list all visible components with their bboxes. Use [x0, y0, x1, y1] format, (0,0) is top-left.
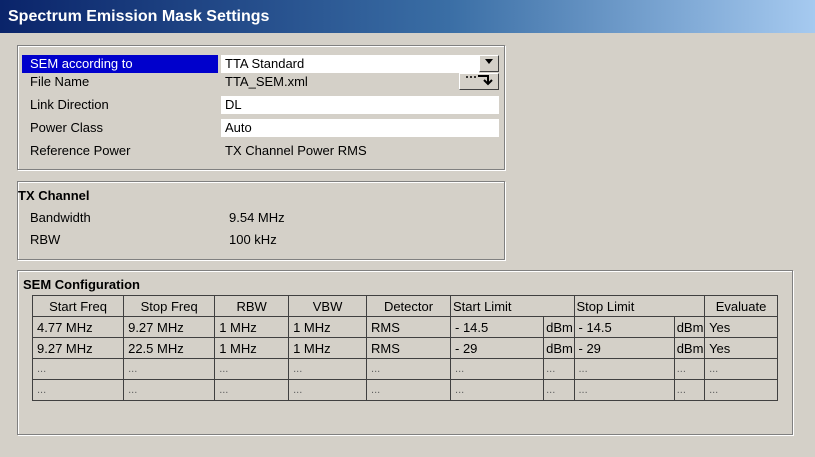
col-header-evaluate[interactable]: Evaluate — [704, 295, 778, 317]
cell-evaluate[interactable]: Yes — [704, 337, 778, 359]
cell-start-limit[interactable]: - 29 — [450, 337, 545, 359]
sem-standard-dropdown[interactable]: TTA Standard — [221, 55, 479, 73]
cell-start-limit[interactable]: - 14.5 — [450, 316, 545, 338]
rbw-row: RBW 100 kHz — [22, 231, 502, 249]
tx-channel-panel: TX Channel Bandwidth 9.54 MHz RBW 100 kH… — [17, 181, 505, 260]
cell-detector[interactable]: RMS — [366, 316, 452, 338]
sem-configuration-table: Start Freq Stop Freq RBW VBW Detector St… — [31, 295, 778, 401]
cell-rbw[interactable]: 1 MHz — [214, 337, 290, 359]
window-title: Spectrum Emission Mask Settings — [0, 0, 815, 33]
cell-stop-limit[interactable]: - 29 — [573, 337, 675, 359]
sem-configuration-title: SEM Configuration — [23, 277, 140, 292]
col-header-vbw[interactable]: VBW — [288, 295, 368, 317]
cell-stop-limit[interactable]: - 14.5 — [573, 316, 675, 338]
power-class-field[interactable]: Auto — [221, 119, 499, 137]
cell-start-limit-unit: ... — [543, 358, 575, 380]
cell-evaluate[interactable]: ... — [704, 379, 778, 401]
col-header-start-freq[interactable]: Start Freq — [31, 295, 125, 317]
power-class-label: Power Class — [30, 120, 103, 135]
col-header-stop-limit[interactable]: Stop Limit — [573, 295, 706, 317]
col-header-rbw[interactable]: RBW — [214, 295, 290, 317]
cell-stop-limit-unit: dBm — [673, 337, 706, 359]
cell-stop-limit[interactable]: ... — [573, 379, 675, 401]
cell-stop-limit-unit: ... — [673, 379, 706, 401]
link-direction-label: Link Direction — [30, 97, 109, 112]
cell-stop-freq[interactable]: ... — [123, 379, 216, 401]
settings-panel: SEM according to TTA Standard File Name … — [17, 45, 505, 170]
file-browse-icon-glyph — [466, 75, 493, 86]
cell-stop-freq[interactable]: ... — [123, 358, 216, 380]
cell-vbw[interactable]: ... — [288, 358, 368, 380]
link-direction-field[interactable]: DL — [221, 96, 499, 114]
cell-stop-freq[interactable]: 22.5 MHz — [123, 337, 216, 359]
rbw-value: 100 kHz — [229, 232, 277, 247]
cell-stop-limit[interactable]: ... — [573, 358, 675, 380]
reference-power-value: TX Channel Power RMS — [225, 143, 367, 158]
rbw-label: RBW — [30, 232, 61, 247]
file-name-label: File Name — [30, 74, 90, 89]
cell-vbw[interactable]: 1 MHz — [288, 316, 368, 338]
sem-according-to-row[interactable]: SEM according to TTA Standard — [22, 55, 502, 73]
cell-start-limit-unit: dBm — [543, 316, 575, 338]
reference-power-row: Reference Power TX Channel Power RMS — [22, 142, 502, 160]
table-row: 9.27 MHz 22.5 MHz 1 MHz 1 MHz RMS - 29 d… — [31, 337, 778, 359]
chevron-down-icon[interactable] — [479, 55, 499, 72]
table-row: 4.77 MHz 9.27 MHz 1 MHz 1 MHz RMS - 14.5… — [31, 316, 778, 338]
chevron-down-icon-glyph — [485, 59, 493, 64]
file-browse-icon[interactable] — [459, 73, 499, 90]
cell-stop-limit-unit: ... — [673, 358, 706, 380]
cell-start-freq[interactable]: 9.27 MHz — [31, 337, 125, 359]
col-header-start-limit[interactable]: Start Limit — [450, 295, 575, 317]
bandwidth-label: Bandwidth — [30, 210, 91, 225]
cell-start-limit[interactable]: ... — [450, 358, 545, 380]
cell-rbw[interactable]: 1 MHz — [214, 316, 290, 338]
cell-start-limit[interactable]: ... — [450, 379, 545, 401]
col-header-stop-freq[interactable]: Stop Freq — [123, 295, 216, 317]
cell-vbw[interactable]: ... — [288, 379, 368, 401]
table-row: ... ... ... ... ... ... ... ... ... ... — [31, 379, 778, 401]
cell-start-limit-unit: dBm — [543, 337, 575, 359]
table-header-row: Start Freq Stop Freq RBW VBW Detector St… — [31, 295, 778, 317]
cell-vbw[interactable]: 1 MHz — [288, 337, 368, 359]
power-class-row[interactable]: Power Class Auto — [22, 119, 502, 137]
cell-detector[interactable]: ... — [366, 358, 452, 380]
cell-detector[interactable]: RMS — [366, 337, 452, 359]
reference-power-label: Reference Power — [30, 143, 131, 158]
cell-evaluate[interactable]: ... — [704, 358, 778, 380]
cell-start-freq[interactable]: ... — [31, 358, 125, 380]
sem-configuration-panel: SEM Configuration Start Freq Stop Freq R… — [17, 270, 793, 435]
cell-rbw[interactable]: ... — [214, 379, 290, 401]
sem-according-to-label: SEM according to — [22, 55, 218, 73]
cell-start-freq[interactable]: ... — [31, 379, 125, 401]
cell-stop-freq[interactable]: 9.27 MHz — [123, 316, 216, 338]
file-name-value: TTA_SEM.xml — [225, 74, 308, 89]
cell-start-limit-unit: ... — [543, 379, 575, 401]
table-row: ... ... ... ... ... ... ... ... ... ... — [31, 358, 778, 380]
col-header-detector[interactable]: Detector — [366, 295, 452, 317]
cell-rbw[interactable]: ... — [214, 358, 290, 380]
tx-channel-title: TX Channel — [18, 188, 90, 203]
bandwidth-value: 9.54 MHz — [229, 210, 285, 225]
file-name-row: File Name TTA_SEM.xml — [22, 73, 502, 91]
link-direction-row[interactable]: Link Direction DL — [22, 96, 502, 114]
cell-start-freq[interactable]: 4.77 MHz — [31, 316, 125, 338]
cell-detector[interactable]: ... — [366, 379, 452, 401]
cell-stop-limit-unit: dBm — [673, 316, 706, 338]
cell-evaluate[interactable]: Yes — [704, 316, 778, 338]
bandwidth-row: Bandwidth 9.54 MHz — [22, 209, 502, 227]
